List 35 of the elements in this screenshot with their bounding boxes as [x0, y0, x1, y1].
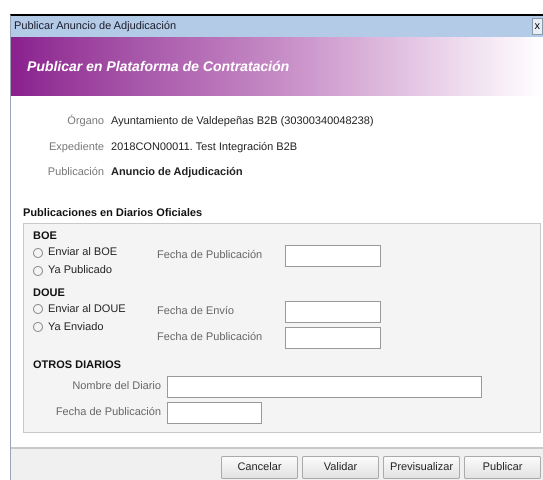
field-label: Órgano — [66, 114, 105, 129]
radio-label[interactable]: Ya Publicado — [48, 262, 112, 279]
radio-button[interactable] — [33, 304, 43, 314]
field-value: Ayuntamiento de Valdepeñas B2B (30300340048238) — [111, 114, 374, 129]
banner-title: Publicar en Plataforma de Contratación — [27, 57, 290, 76]
field-label: Expediente — [48, 140, 105, 154]
radio-button[interactable] — [33, 322, 43, 332]
field-label: Fecha de Envío — [157, 304, 236, 319]
field-label: Publicación — [46, 165, 105, 180]
input-field[interactable] — [285, 327, 381, 349]
field-label: Fecha de Publicación — [157, 248, 264, 262]
group-title: BOE — [33, 229, 58, 244]
group-title: DOUE — [33, 286, 66, 300]
dialog-button[interactable]: Cancelar — [221, 456, 298, 479]
radio-label[interactable]: Enviar al BOE — [48, 244, 118, 261]
dialog-button[interactable]: Publicar — [464, 456, 541, 479]
field-value: 2018CON00011. Test Integración B2B — [111, 140, 298, 154]
dialog-button[interactable]: Validar — [302, 456, 379, 479]
dialog-button[interactable]: Previsualizar — [383, 456, 460, 479]
window-title: Publicar Anuncio de Adjudicación — [14, 19, 176, 34]
field-value: Anuncio de Adjudicación — [111, 165, 243, 180]
section-title: Publicaciones en Diarios Oficiales — [23, 206, 204, 220]
radio-label[interactable]: Ya Enviado — [48, 318, 104, 336]
radio-button[interactable] — [33, 248, 43, 258]
radio-label[interactable]: Enviar al DOUE — [48, 300, 126, 318]
input-field[interactable] — [285, 244, 381, 266]
input-field[interactable] — [167, 402, 262, 424]
group-title: OTROS DIARIOS — [33, 358, 122, 373]
input-field[interactable] — [167, 376, 482, 398]
radio-button[interactable] — [33, 266, 43, 276]
input-field[interactable] — [285, 301, 381, 323]
close-button[interactable]: x — [532, 18, 543, 35]
field-label: Nombre del Diario — [71, 378, 162, 394]
field-label: Fecha de Publicación — [157, 330, 264, 345]
field-label: Fecha de Publicación — [54, 404, 162, 420]
